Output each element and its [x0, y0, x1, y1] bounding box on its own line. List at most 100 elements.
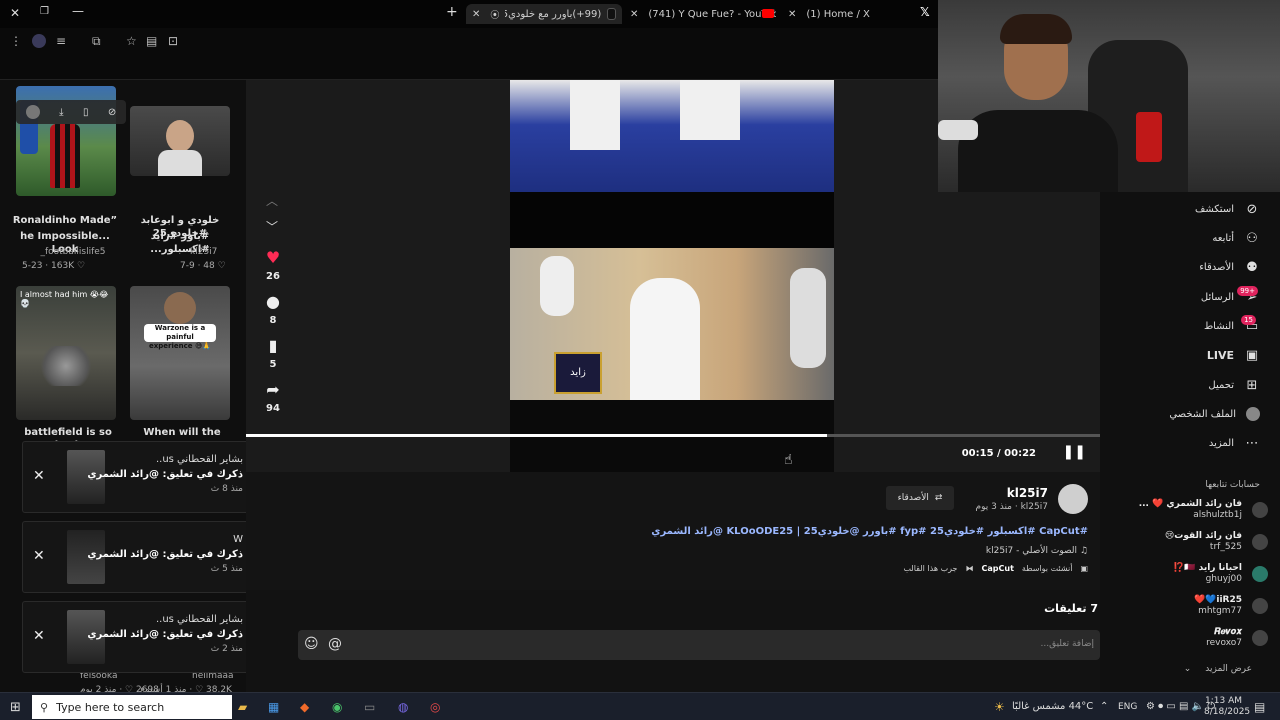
nav-upload[interactable]: ⊞ تحميل [1208, 378, 1260, 393]
following-account[interactable]: فان رائد الشمري ❤️ ... alshulztb1j [1139, 498, 1268, 521]
nav-friends[interactable]: ⚉ الأصدقاء [1199, 260, 1260, 275]
restore-window-icon[interactable]: ❐ [40, 6, 49, 17]
file-explorer-icon[interactable]: ▰ [238, 700, 247, 714]
tab-label: (1) Home / X [806, 8, 870, 20]
feed-thumbnail[interactable]: I almost had him 😭😂💀 [16, 286, 116, 420]
media-control-icon[interactable]: ≡ [56, 34, 66, 48]
feed-thumbnail[interactable]: Warzone is a painful experience 😅🙏 [130, 286, 230, 420]
feed-title[interactable]: When will the [130, 426, 234, 439]
notification-name: W [233, 534, 243, 545]
friends-button[interactable]: الأصدقاء ⇄ [886, 486, 954, 510]
avatar [1252, 597, 1268, 614]
share-button[interactable]: ➦ 94 [262, 380, 284, 414]
person-figure [158, 150, 202, 176]
user-plus-icon: ⚇ [1246, 231, 1258, 246]
feed-thumbnail[interactable] [130, 106, 230, 176]
extensions-icon[interactable]: ⧉ [92, 34, 101, 49]
mention-icon[interactable]: @ [328, 636, 342, 652]
following-account[interactable]: احبانا رايد 🇶🇦⁉️ ghuyj00 [1173, 562, 1268, 585]
avatar[interactable] [1058, 484, 1088, 514]
chrome-icon[interactable]: ◉ [332, 700, 342, 714]
bookmark-icon: ▮ [268, 336, 278, 355]
translate-icon[interactable]: ▤ [146, 34, 157, 48]
emoji-icon[interactable]: ☺ [304, 636, 319, 652]
person-shirt [958, 110, 1118, 192]
avatar [1252, 533, 1268, 550]
windows-start-icon[interactable]: ⊞ [10, 700, 21, 715]
taskbar-search-input[interactable]: ⚲ Type here to search [32, 695, 232, 719]
chevron-down-icon: ⌄ [1183, 664, 1192, 674]
nav-explore[interactable]: ⊘ استكشف [1195, 202, 1260, 217]
store-icon[interactable]: ▦ [268, 700, 279, 714]
minimize-window-icon[interactable]: — [72, 4, 84, 18]
tab-youtube[interactable]: ✕ (741) Y Que Fue? - YouTube [626, 4, 776, 24]
close-window-icon[interactable]: ✕ [10, 6, 20, 20]
nav-more[interactable]: ⋯ المزيد [1209, 436, 1260, 451]
video-letterbox [510, 192, 834, 248]
progress-track[interactable] [246, 434, 1100, 437]
menu-dots-icon[interactable]: ⋮ [10, 34, 22, 48]
see-more-link[interactable]: عرض المزيد ⌄ [1184, 664, 1252, 674]
video-frame-top [510, 80, 834, 192]
compass-icon[interactable]: ⊘ [108, 107, 116, 118]
save-button[interactable]: ▮ 5 [262, 336, 284, 370]
person-figure [164, 292, 196, 324]
like-button[interactable]: ♥ 26 [262, 248, 284, 282]
comment-input[interactable]: إضافة تعليق... [298, 630, 1100, 660]
close-icon[interactable]: ✕ [33, 468, 45, 484]
explosion-shape [36, 346, 96, 386]
feed-author[interactable]: _footballislife5 [26, 246, 120, 258]
feed-stats: 5-23 · 163K ♡ [22, 261, 86, 271]
bookmark-star-icon[interactable]: ☆ [126, 34, 137, 48]
progress-fill [246, 434, 827, 437]
feed-title[interactable]: ”Ronaldinho Made [10, 214, 120, 227]
capcut-row[interactable]: ▣ أنشئت بواسطة CapCut ⧓ جرب هذا القالب [903, 564, 1088, 573]
following-account[interactable]: فان رائد القوت😢 trf_525 [1165, 530, 1268, 553]
phone-icon[interactable]: ▯ [83, 107, 89, 118]
capcut-icon: ⧓ [965, 564, 974, 573]
friends-icon: ⚉ [1246, 260, 1258, 275]
tab-close-icon[interactable]: ✕ [630, 9, 638, 20]
notification-center-icon[interactable]: ▤ [1254, 700, 1265, 714]
tab-close-icon[interactable]: ✕ [788, 9, 796, 20]
close-icon[interactable]: ✕ [33, 548, 45, 564]
tab-tiktok[interactable]: ✕ ⦿ (99+)باورر مع خلودي25 - اكت... [466, 4, 622, 24]
app-icon[interactable]: ▭ [364, 700, 375, 714]
discord-icon[interactable]: ◍ [398, 700, 408, 714]
figure-thobe [630, 278, 700, 400]
figure-thobe [540, 256, 574, 316]
nav-profile[interactable]: الملف الشخصي [1169, 407, 1260, 421]
chevron-down-icon[interactable]: ﹀ [266, 218, 278, 235]
close-icon[interactable]: ✕ [33, 628, 45, 644]
feed-author[interactable]: kl25i7 [190, 246, 217, 258]
sound-link[interactable]: ♫ الصوت الأصلي - kl25i7 [986, 546, 1088, 556]
tab-x[interactable]: ✕ (1) Home / X [784, 4, 924, 24]
new-tab-icon[interactable]: + [446, 4, 458, 20]
activity-badge: 15 [1241, 315, 1256, 325]
brave-icon[interactable]: ◆ [300, 700, 309, 714]
tab-close-icon[interactable]: ✕ [472, 9, 480, 20]
download-icon[interactable]: ⤓ [59, 107, 63, 118]
pause-icon[interactable]: ❚❚ [1063, 444, 1086, 460]
time-display: 00:15 / 00:22 [961, 448, 1036, 459]
install-app-icon[interactable]: ⊡ [168, 34, 178, 48]
clock[interactable]: 1:13 AM 8/18/2025 [1204, 696, 1250, 718]
language-indicator[interactable]: ENG [1118, 702, 1137, 712]
nav-live[interactable]: ▣ LIVE [1207, 348, 1260, 363]
nav-following[interactable]: ⚇ أتابعه [1212, 231, 1260, 246]
avatar[interactable] [25, 105, 40, 119]
microphone [938, 120, 978, 140]
following-account[interactable]: iiR25💙❤️ mhtgm77 [1194, 594, 1268, 617]
tray-chevron-icon[interactable]: ⌃ [1100, 701, 1108, 712]
author-username[interactable]: kl25i7 [1007, 486, 1048, 500]
swap-icon: ⇄ [934, 493, 943, 503]
video-caption[interactable]: #CapCut #اكسبلور #خلودي25 #fyp #باورر @خ… [651, 526, 1088, 537]
comment-button[interactable]: ● 8 [262, 292, 284, 326]
obs-icon[interactable]: ◎ [430, 700, 440, 714]
profile-icon[interactable] [32, 34, 46, 48]
notification-time: منذ 5 ث [210, 564, 243, 574]
chevron-up-icon[interactable]: ︿ [266, 192, 278, 209]
weather-text[interactable]: 44°C مشمس غالبًا [1012, 701, 1093, 712]
following-account[interactable]: 𝑹𝒆𝒗𝒐𝒙 revoxo7 [1206, 626, 1268, 649]
thumbnail-hover-toolbar: ⤓ ▯ ⊘ [16, 100, 126, 124]
